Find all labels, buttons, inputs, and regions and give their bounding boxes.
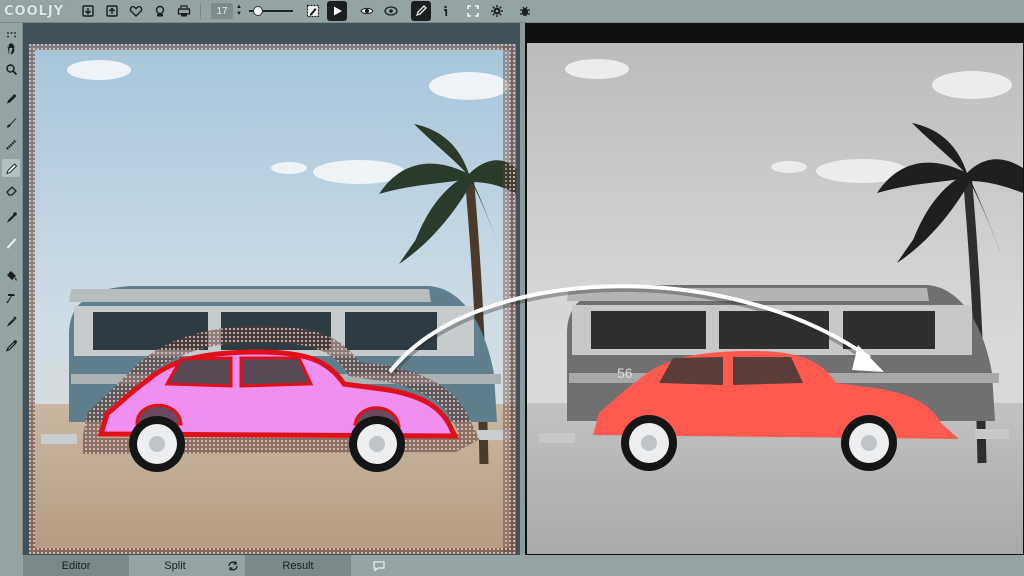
result-photo-svg: 56 bbox=[527, 43, 1023, 554]
settings-icon bbox=[491, 5, 503, 17]
chat-icon bbox=[373, 560, 385, 572]
info-icon bbox=[444, 5, 448, 16]
brush-size-slider[interactable] bbox=[249, 5, 293, 17]
bucket-icon bbox=[6, 270, 17, 281]
hammer-icon bbox=[6, 293, 15, 303]
pipette-icon bbox=[5, 339, 17, 352]
color-pick-icon bbox=[6, 315, 17, 326]
print-button[interactable] bbox=[174, 1, 194, 21]
top-toolbar: COOLJY 17 ▲ ▼ bbox=[0, 0, 1024, 23]
print-icon bbox=[177, 5, 191, 17]
heart-icon bbox=[129, 5, 143, 17]
export-icon bbox=[106, 5, 118, 17]
line-tool[interactable] bbox=[2, 234, 20, 252]
dropper-tool[interactable] bbox=[2, 208, 20, 226]
foreground-marker-button[interactable] bbox=[303, 1, 323, 21]
eye-icon bbox=[360, 7, 374, 15]
app-logo: COOLJY bbox=[4, 3, 65, 19]
editor-canvas[interactable]: 56 bbox=[23, 23, 520, 555]
expand-icon bbox=[467, 5, 479, 17]
tab-result[interactable]: Result bbox=[245, 555, 351, 576]
preview-button[interactable] bbox=[357, 1, 377, 21]
swap-icon[interactable] bbox=[221, 560, 245, 572]
auto-button[interactable] bbox=[150, 1, 170, 21]
pen-icon bbox=[415, 5, 427, 17]
right-border-mask bbox=[503, 46, 514, 552]
tool-sidebar bbox=[0, 23, 23, 576]
zoom-tool[interactable] bbox=[2, 60, 20, 78]
brush-size-value[interactable]: 17 bbox=[211, 3, 233, 19]
view-icon bbox=[384, 6, 398, 16]
bottom-bar: Editor Split Result bbox=[0, 555, 1024, 576]
chevron-up-icon[interactable]: ▲ bbox=[236, 4, 242, 11]
info-button[interactable] bbox=[435, 1, 455, 21]
toolbar-separator bbox=[200, 3, 201, 19]
chevron-down-icon[interactable]: ▼ bbox=[236, 11, 242, 18]
open-button[interactable] bbox=[78, 1, 98, 21]
pipette-tool[interactable] bbox=[2, 336, 20, 354]
pen-button[interactable] bbox=[411, 1, 431, 21]
hammer-tool[interactable] bbox=[2, 289, 20, 307]
van-number: 56 bbox=[617, 365, 633, 381]
tab-split[interactable]: Split bbox=[129, 555, 221, 576]
chat-help-button[interactable] bbox=[367, 560, 391, 572]
dotted-brush-icon bbox=[5, 138, 17, 150]
bulb-icon bbox=[155, 5, 165, 17]
brush-tool[interactable] bbox=[2, 113, 20, 131]
color-pick-tool[interactable] bbox=[2, 312, 20, 330]
pencil-icon bbox=[6, 93, 16, 103]
tab-editor[interactable]: Editor bbox=[23, 555, 129, 576]
brush-size-spinner[interactable]: ▲ ▼ bbox=[235, 2, 243, 20]
pan-tool[interactable] bbox=[2, 39, 20, 57]
editor-photo-svg: 56 bbox=[29, 44, 516, 554]
line-icon bbox=[6, 237, 16, 249]
brush-icon bbox=[6, 117, 16, 127]
save-button[interactable] bbox=[102, 1, 122, 21]
favorite-button[interactable] bbox=[126, 1, 146, 21]
bug-icon bbox=[520, 6, 530, 16]
debug-button[interactable] bbox=[515, 1, 535, 21]
eraser-tool[interactable] bbox=[2, 181, 20, 199]
run-button[interactable] bbox=[327, 1, 347, 21]
eraser-icon bbox=[5, 185, 17, 196]
view-mode-button[interactable] bbox=[381, 1, 401, 21]
zoom-icon bbox=[5, 63, 17, 75]
editor-photo: 56 bbox=[29, 44, 516, 554]
pencil-tool[interactable] bbox=[2, 89, 20, 107]
marker-icon bbox=[306, 4, 320, 18]
result-canvas[interactable]: 56 bbox=[525, 23, 1024, 555]
bucket-tool[interactable] bbox=[2, 266, 20, 284]
result-photo: 56 bbox=[527, 43, 1023, 554]
settings-button[interactable] bbox=[487, 1, 507, 21]
pan-icon bbox=[6, 42, 14, 54]
open-icon bbox=[82, 5, 94, 17]
slider-knob[interactable] bbox=[253, 6, 263, 16]
fullscreen-button[interactable] bbox=[463, 1, 483, 21]
dotted-brush-tool[interactable] bbox=[2, 135, 20, 153]
eraser-pencil-icon bbox=[5, 162, 17, 174]
eraser-pencil-tool[interactable] bbox=[2, 159, 20, 177]
play-icon bbox=[334, 6, 342, 16]
dropper-icon bbox=[6, 211, 17, 222]
